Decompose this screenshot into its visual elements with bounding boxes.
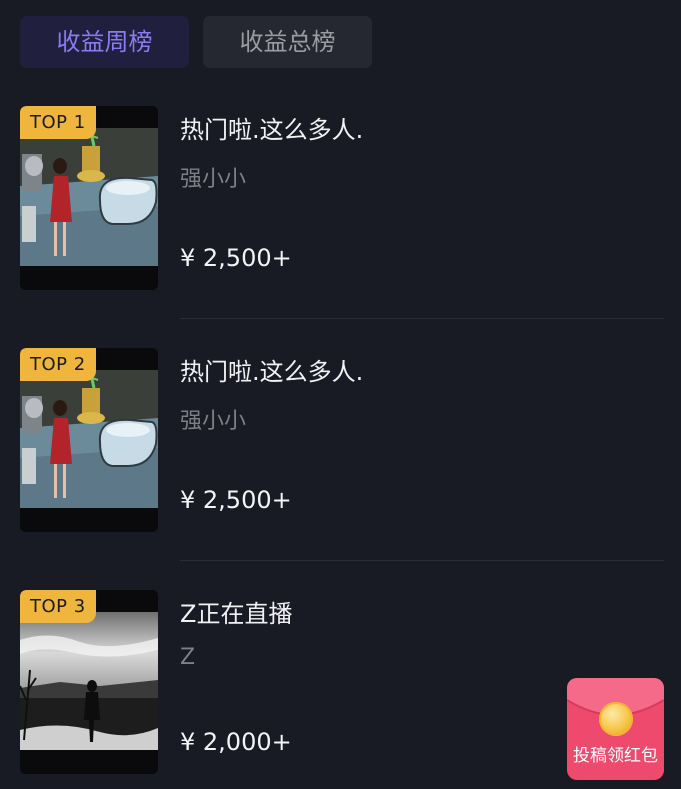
red-packet-label: 投稿领红包	[573, 746, 658, 766]
rank-badge: TOP 1	[20, 106, 96, 139]
video-thumbnail: TOP 1	[20, 106, 158, 290]
earnings-amount: ¥ 2,500+	[180, 244, 292, 272]
gold-coin-icon	[599, 702, 633, 736]
video-title: Z正在直播	[180, 600, 293, 628]
video-title: 热门啦.这么多人.	[180, 116, 364, 144]
rank-badge: TOP 2	[20, 348, 96, 381]
ranking-item-2[interactable]: TOP 2 热门啦.这么多人. 强小小 ¥ 2,500+	[20, 348, 664, 532]
video-title: 热门啦.这么多人.	[180, 358, 364, 386]
author-name: 强小小	[180, 167, 247, 192]
ranking-item-1[interactable]: TOP 1 热门啦.这么多人. 强小小 ¥ 2,500+	[20, 106, 664, 290]
rank-badge: TOP 3	[20, 590, 96, 623]
tab-total-earnings[interactable]: 收益总榜	[203, 16, 372, 68]
tab-weekly-earnings[interactable]: 收益周榜	[20, 16, 189, 68]
video-thumbnail: TOP 2	[20, 348, 158, 532]
earnings-amount: ¥ 2,500+	[180, 486, 292, 514]
author-name: 强小小	[180, 409, 247, 434]
divider	[180, 560, 664, 561]
submit-red-packet-button[interactable]: 投稿领红包	[567, 678, 664, 780]
ranking-tabs: 收益周榜 收益总榜	[20, 16, 372, 68]
author-name: Z	[180, 645, 196, 670]
earnings-amount: ¥ 2,000+	[180, 728, 292, 756]
divider	[180, 318, 664, 319]
video-thumbnail: TOP 3	[20, 590, 158, 774]
